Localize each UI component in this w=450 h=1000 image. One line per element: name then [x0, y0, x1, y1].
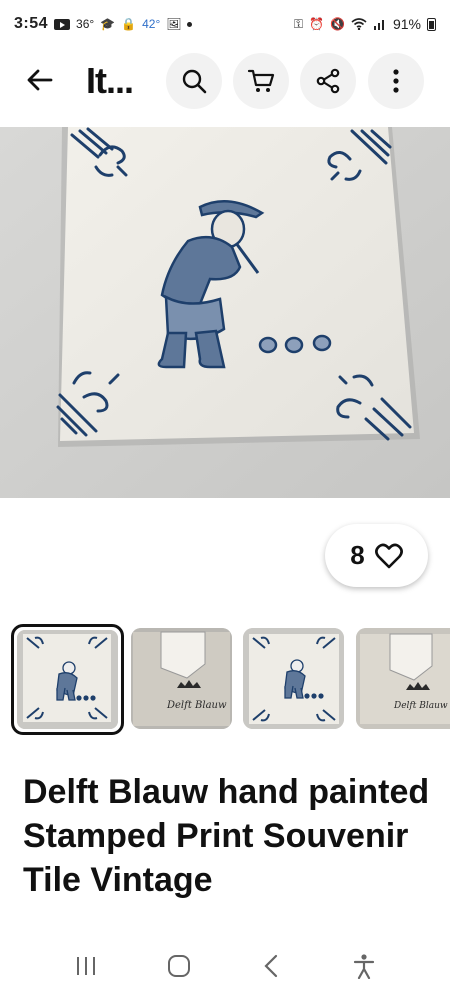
watch-count: 8 — [350, 540, 365, 570]
chevron-left-icon — [264, 954, 278, 978]
tile-thumbnail-image — [17, 630, 118, 729]
thumbnail-strip: Delft Blauw Delft Blauw — [11, 624, 450, 736]
key-icon: ⚿ — [293, 17, 304, 31]
recent-apps-icon — [77, 957, 96, 975]
page-title: It... — [86, 60, 134, 101]
heart-icon — [374, 543, 403, 568]
back-button[interactable] — [18, 58, 62, 102]
tile-back-thumbnail-image: Delft Blauw — [356, 628, 450, 729]
system-nav-bar — [0, 940, 450, 992]
system-back-button[interactable] — [251, 946, 291, 986]
clock: 3:54 — [14, 15, 49, 32]
alarm-icon: ⏰ — [309, 17, 325, 31]
status-bar: 3:54 36° 🎓 🔒 42° 🖼 ⚿ ⏰ 🔇 91% — [0, 0, 450, 48]
image-icon: 🖼 — [166, 17, 182, 31]
thumbnail-1-selected[interactable] — [11, 624, 124, 735]
notification-temp: 36° — [76, 17, 95, 31]
stamp-text: Delft Blauw — [166, 700, 227, 711]
more-vert-icon — [393, 69, 399, 93]
youtube-icon — [54, 18, 71, 30]
share-button[interactable] — [300, 53, 356, 109]
search-icon — [182, 69, 207, 94]
app-header: It... — [0, 52, 450, 112]
signal-icon — [373, 20, 384, 30]
tile-back-thumbnail-image: Delft Blauw — [131, 628, 232, 729]
tile-thumbnail-image — [243, 628, 344, 729]
more-options-button[interactable] — [368, 53, 424, 109]
thumbnail-2[interactable]: Delft Blauw — [131, 628, 232, 729]
cart-icon — [247, 69, 275, 92]
search-button[interactable] — [166, 53, 222, 109]
stamp-text: Delft Blauw — [393, 701, 448, 711]
wifi-icon — [351, 18, 367, 30]
weather-temp: 42° — [142, 17, 161, 31]
graduation-cap-icon: 🎓 — [100, 17, 116, 31]
share-icon — [316, 68, 340, 94]
battery-percent: 91% — [392, 16, 421, 32]
thumbnail-4[interactable]: Delft Blauw — [356, 628, 450, 729]
watchlist-button[interactable]: 8 — [325, 524, 428, 587]
home-icon — [167, 955, 190, 977]
product-title: Delft Blauw hand painted Stamped Print S… — [23, 773, 430, 899]
status-right: ⚿ ⏰ 🔇 91% — [294, 17, 436, 31]
accessibility-icon — [353, 954, 374, 979]
thumbnail-3[interactable] — [243, 628, 344, 729]
more-notifications-dot — [187, 21, 193, 27]
accessibility-button[interactable] — [344, 946, 384, 986]
lock-icon: 🔒 — [121, 17, 137, 31]
home-button[interactable] — [159, 946, 199, 986]
product-main-image[interactable] — [0, 127, 450, 498]
back-arrow-icon — [27, 69, 53, 91]
recent-apps-button[interactable] — [66, 946, 106, 986]
mute-icon: 🔇 — [330, 17, 345, 31]
battery-icon — [427, 17, 436, 31]
delft-tile-photo — [0, 127, 450, 498]
status-left: 3:54 36° 🎓 🔒 42° 🖼 — [14, 15, 193, 33]
cart-button[interactable] — [233, 53, 289, 109]
